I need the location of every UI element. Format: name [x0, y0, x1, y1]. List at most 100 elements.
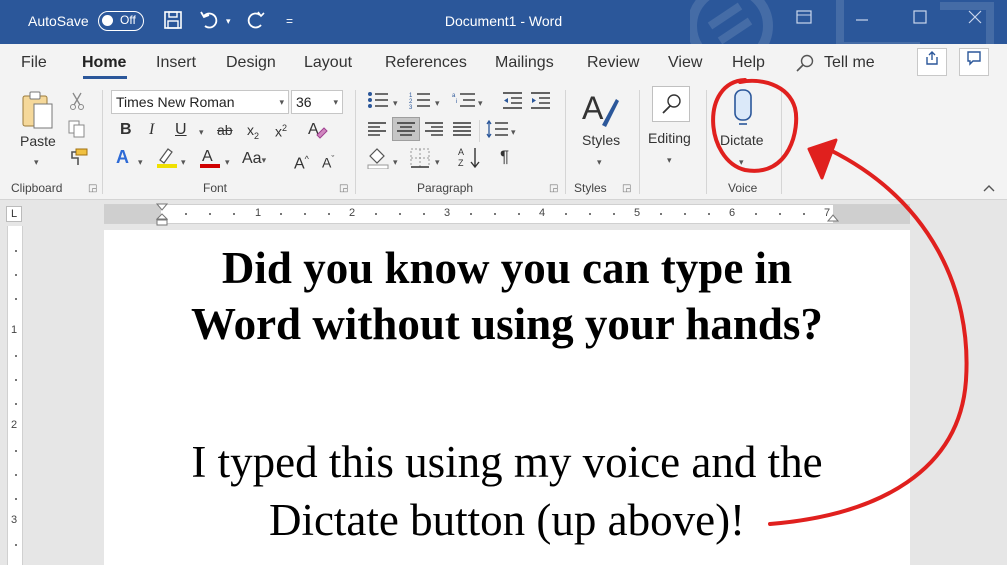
tab-view[interactable]: View: [668, 54, 702, 72]
dictate-button-label[interactable]: Dictate: [720, 132, 764, 148]
clipboard-launcher-icon[interactable]: ◲: [88, 183, 97, 194]
font-color-dropdown-icon[interactable]: ▾: [225, 152, 230, 171]
styles-button-label[interactable]: Styles: [582, 132, 620, 148]
document-body-text[interactable]: I typed this using my voice and the Dict…: [104, 433, 910, 549]
numbering-dropdown-icon[interactable]: ▾: [435, 93, 440, 112]
shrink-font-icon[interactable]: Aˇ: [322, 150, 334, 172]
align-right-icon[interactable]: [424, 121, 444, 142]
italic-icon[interactable]: I: [149, 121, 154, 139]
font-launcher-icon[interactable]: ◲: [339, 183, 348, 194]
tab-design[interactable]: Design: [226, 54, 276, 72]
align-left-icon[interactable]: [367, 121, 387, 142]
editing-dropdown-icon[interactable]: ▾: [667, 150, 672, 169]
bold-icon[interactable]: B: [120, 121, 132, 139]
numbering-icon[interactable]: 123: [409, 91, 431, 114]
line-spacing-dropdown-icon[interactable]: ▾: [511, 122, 516, 141]
styles-icon[interactable]: A: [580, 89, 620, 134]
increase-indent-icon[interactable]: [529, 91, 551, 114]
undo-icon[interactable]: [199, 10, 221, 36]
clear-formatting-icon[interactable]: A: [306, 119, 328, 144]
shading-icon[interactable]: [367, 147, 389, 174]
ruler-left-margin: [104, 205, 161, 223]
decrease-indent-icon[interactable]: [501, 91, 523, 114]
format-painter-icon[interactable]: [68, 148, 88, 171]
editing-icon[interactable]: [652, 86, 690, 122]
save-icon[interactable]: [163, 10, 183, 36]
paste-dropdown-icon[interactable]: ▾: [34, 152, 39, 171]
customize-toolbar-icon[interactable]: =: [286, 10, 293, 32]
tab-references[interactable]: References: [385, 54, 467, 72]
svg-text:A: A: [202, 148, 213, 165]
borders-dropdown-icon[interactable]: ▾: [435, 152, 440, 171]
close-icon[interactable]: [968, 10, 982, 28]
ruler-tick: [613, 213, 615, 215]
redo-icon[interactable]: [244, 10, 266, 36]
tell-me-search[interactable]: Tell me: [824, 54, 875, 72]
subscript-icon[interactable]: x2: [247, 121, 259, 145]
comment-icon: [967, 51, 981, 66]
borders-icon[interactable]: [410, 148, 430, 173]
share-button[interactable]: [917, 48, 947, 76]
collapse-ribbon-icon[interactable]: [983, 180, 995, 198]
paragraph-launcher-icon[interactable]: ◲: [549, 183, 558, 194]
right-indent-marker[interactable]: [827, 211, 839, 223]
maximize-icon[interactable]: [913, 10, 927, 28]
shading-dropdown-icon[interactable]: ▾: [393, 152, 398, 171]
multilevel-dropdown-icon[interactable]: ▾: [478, 93, 483, 112]
font-size-dropdown-icon[interactable]: ▾: [333, 91, 338, 113]
text-effects-dropdown-icon[interactable]: ▾: [138, 152, 143, 171]
font-size-combo[interactable]: 36 ▾: [291, 90, 343, 114]
tab-selector[interactable]: L: [6, 206, 22, 222]
tab-file[interactable]: File: [21, 54, 47, 72]
font-name-dropdown-icon[interactable]: ▾: [279, 91, 284, 113]
tab-review[interactable]: Review: [587, 54, 639, 72]
voice-group-label: Voice: [728, 181, 758, 195]
copy-icon[interactable]: [68, 120, 86, 143]
change-case-icon[interactable]: Aa▾: [242, 150, 266, 169]
superscript-icon[interactable]: x2: [275, 119, 287, 141]
underline-icon[interactable]: U: [175, 121, 187, 139]
grow-font-icon[interactable]: A^: [294, 150, 309, 173]
document-heading[interactable]: Did you know you can type in Word withou…: [104, 240, 910, 352]
cut-icon[interactable]: [69, 92, 85, 115]
justify-icon[interactable]: [452, 121, 472, 142]
bullets-dropdown-icon[interactable]: ▾: [393, 93, 398, 112]
font-name-combo[interactable]: Times New Roman ▾: [111, 90, 289, 114]
paste-icon[interactable]: [20, 90, 54, 135]
tab-layout[interactable]: Layout: [304, 54, 352, 72]
ruler-number: 2: [349, 207, 356, 219]
line-spacing-icon[interactable]: [486, 119, 510, 143]
font-color-icon[interactable]: A: [199, 146, 221, 173]
undo-dropdown-icon[interactable]: ▾: [226, 10, 231, 32]
editing-button-label[interactable]: Editing: [648, 130, 691, 146]
ruler-number: 1: [255, 207, 262, 219]
underline-dropdown-icon[interactable]: ▾: [199, 122, 204, 141]
vertical-ruler: 1 2 3: [7, 226, 23, 565]
document-page[interactable]: Did you know you can type in Word withou…: [104, 230, 910, 565]
paste-button-label[interactable]: Paste: [20, 133, 56, 149]
ruler-tick: [708, 213, 710, 215]
comments-button[interactable]: [959, 48, 989, 76]
styles-launcher-icon[interactable]: ◲: [622, 183, 631, 194]
indent-markers[interactable]: [156, 203, 168, 227]
bullets-icon[interactable]: [367, 91, 389, 114]
ribbon-display-options-icon[interactable]: [796, 10, 812, 28]
tab-help[interactable]: Help: [732, 54, 765, 72]
styles-dropdown-icon[interactable]: ▾: [597, 152, 602, 171]
tab-mailings[interactable]: Mailings: [495, 54, 554, 72]
sort-icon[interactable]: AZ: [458, 146, 482, 173]
multilevel-list-icon[interactable]: ai: [452, 91, 476, 114]
microphone-icon[interactable]: [731, 88, 755, 133]
autosave-toggle[interactable]: Off: [98, 11, 144, 31]
highlight-icon[interactable]: [156, 146, 178, 173]
tab-home[interactable]: Home: [82, 54, 126, 72]
align-center-button[interactable]: [392, 117, 420, 141]
strikethrough-icon[interactable]: ab: [217, 121, 233, 139]
highlight-dropdown-icon[interactable]: ▾: [181, 152, 186, 171]
minimize-icon[interactable]: [855, 12, 869, 30]
tab-insert[interactable]: Insert: [156, 54, 196, 72]
ruler-tick: [589, 213, 591, 215]
text-effects-icon[interactable]: A: [116, 148, 129, 166]
show-formatting-marks-icon[interactable]: ¶: [500, 148, 509, 166]
dictate-dropdown-icon[interactable]: ▾: [739, 152, 744, 171]
